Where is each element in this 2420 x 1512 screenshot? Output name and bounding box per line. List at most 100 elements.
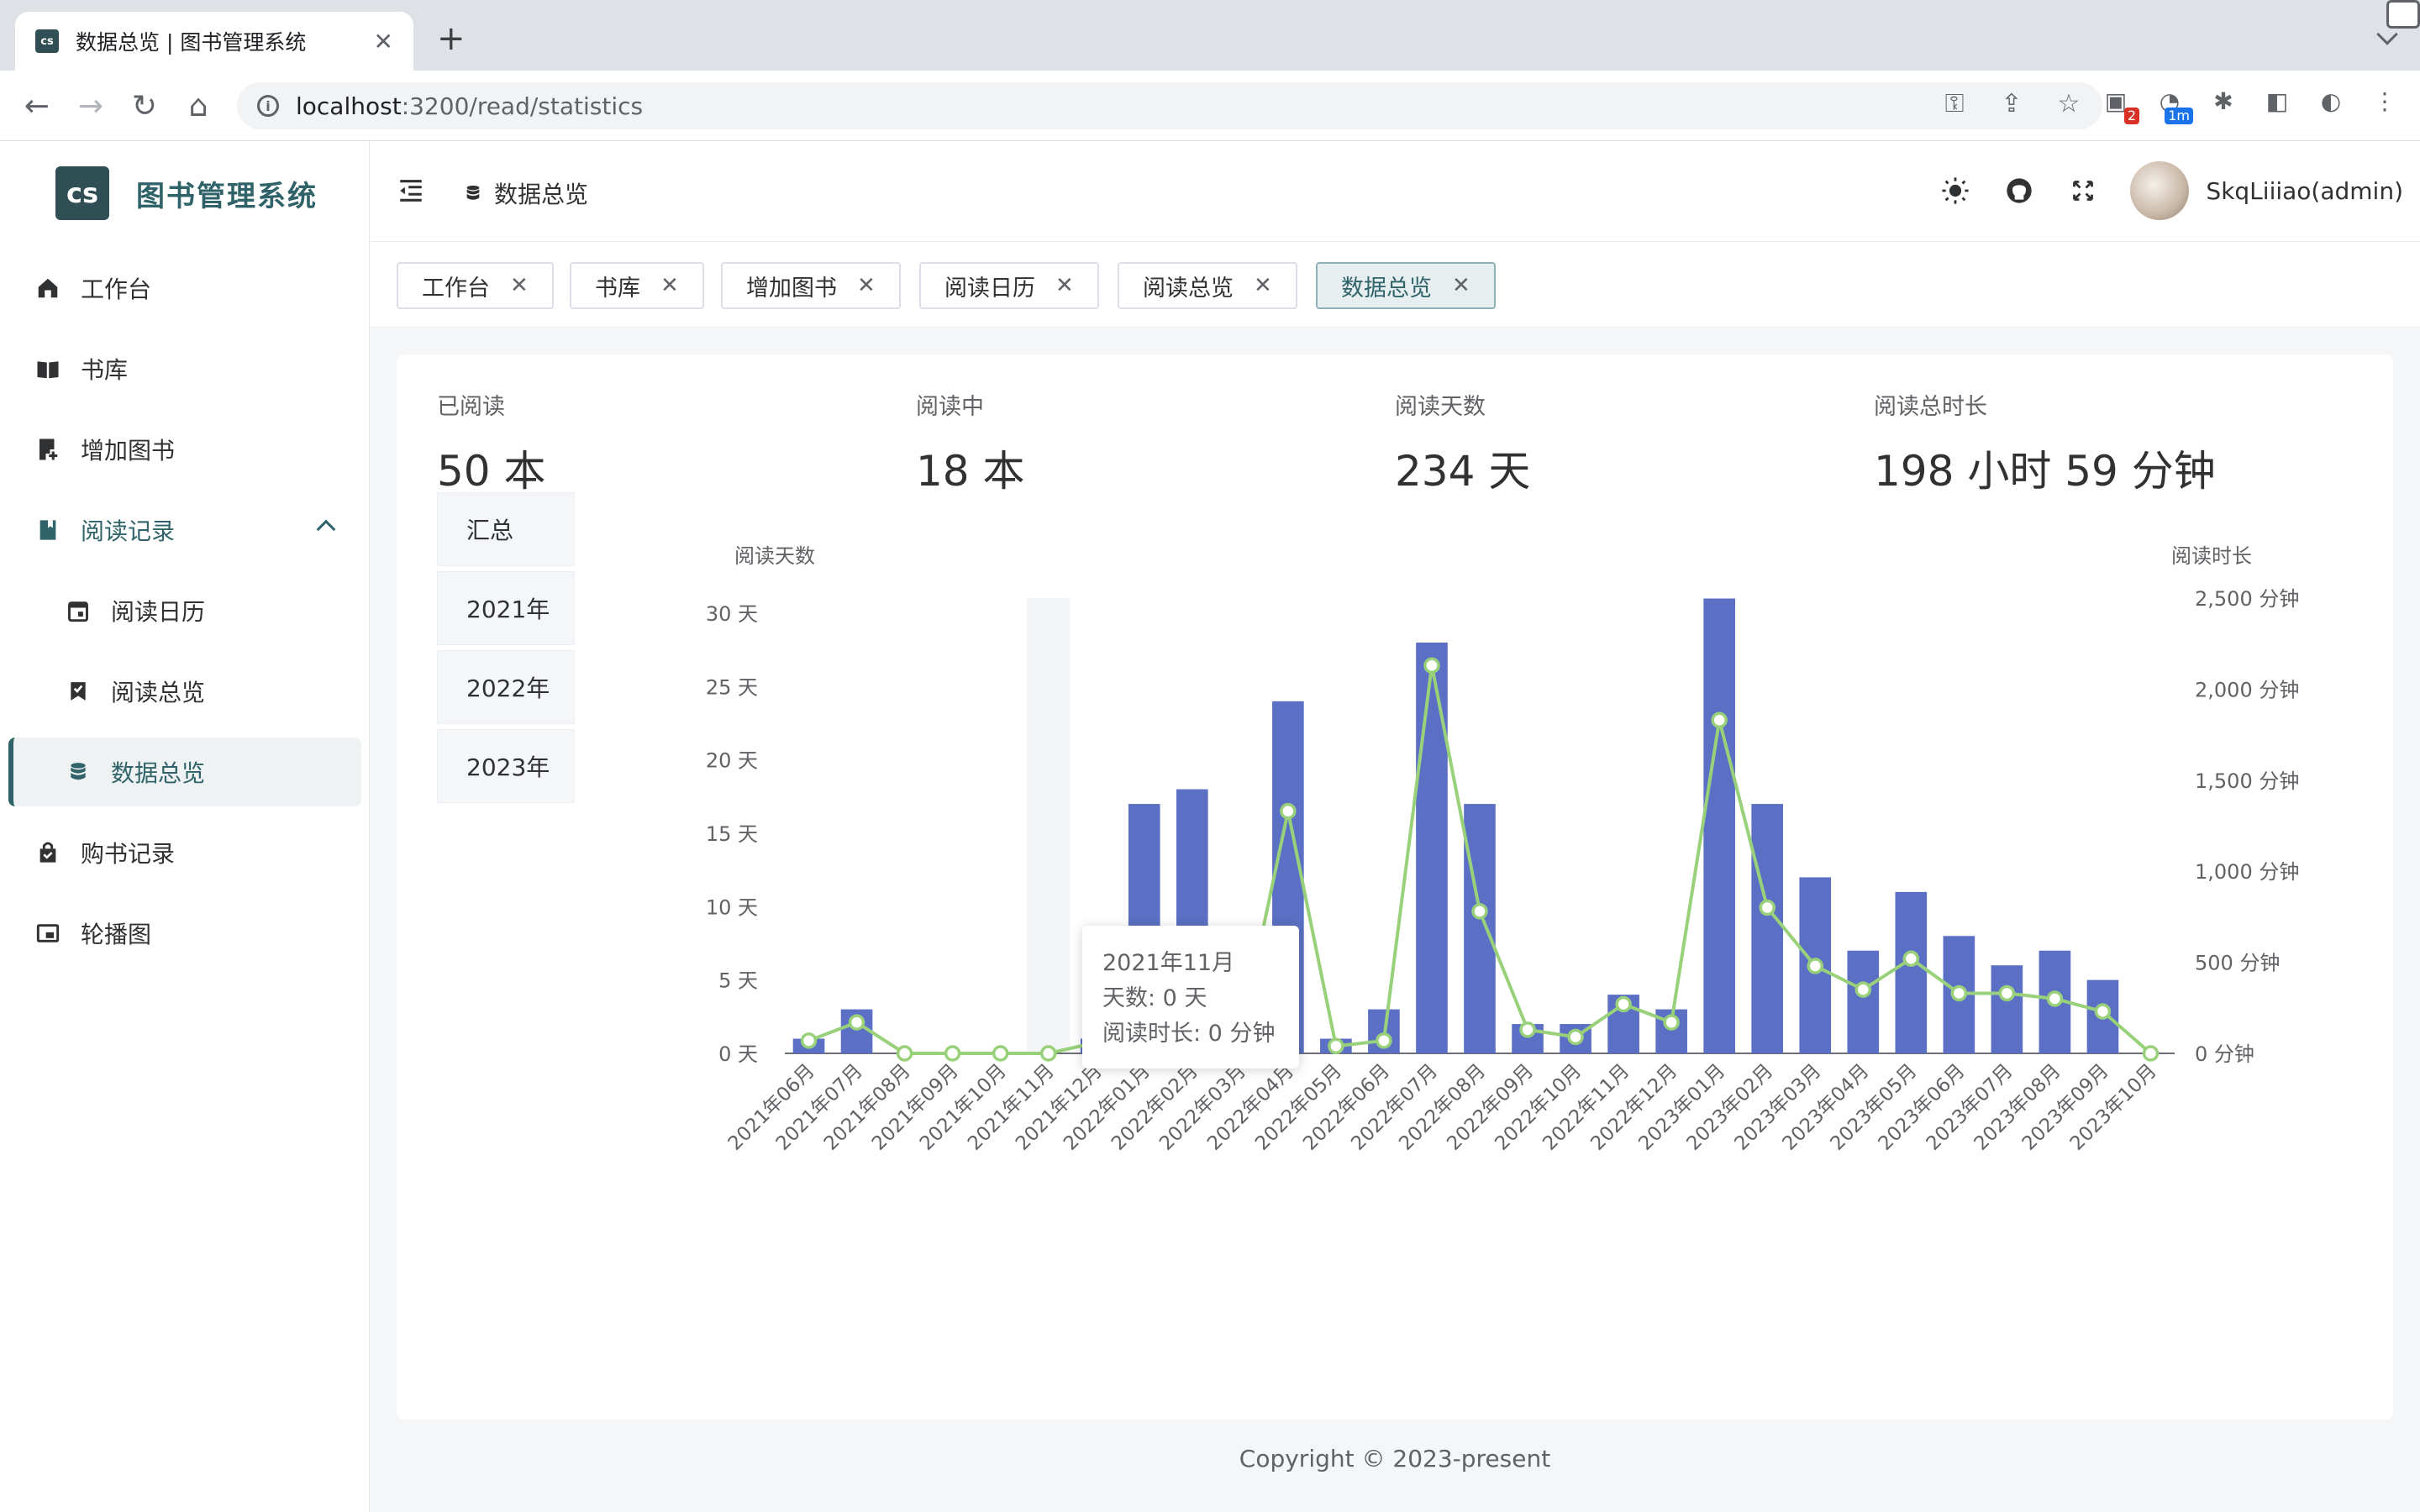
ext-badge: 2 [2123, 108, 2139, 124]
browser-tab-strip: cs 数据总览 | 图书管理系统 ✕ + [0, 0, 2420, 71]
sidebar-item-label: 工作台 [81, 276, 152, 303]
line-point [2094, 1003, 2112, 1020]
close-icon[interactable]: ✕ [1055, 273, 1074, 298]
y-tick-left: 10 天 [706, 895, 758, 919]
line-point [1039, 1045, 1057, 1062]
chart-bar [1991, 965, 2023, 1053]
y-tick-left: 5 天 [718, 969, 758, 993]
sidebar-item-label: 阅读日历 [111, 598, 206, 626]
breadcrumb-label: 数据总览 [494, 181, 589, 208]
sidebar-item-label: 阅读记录 [81, 517, 176, 545]
extension-icon[interactable]: ▣ 2 [2097, 82, 2139, 124]
avatar[interactable] [2130, 161, 2190, 220]
bookmark-star-icon[interactable]: ☆ [2052, 89, 2086, 118]
line-point [1328, 1037, 1344, 1055]
chevron-up-icon[interactable] [316, 519, 336, 539]
checklist-icon [64, 677, 92, 706]
y-axis-right-title: 阅读时长 [2171, 544, 2252, 568]
y-tick-right: 1,500 分钟 [2195, 769, 2299, 793]
tag-label: 阅读日历 [944, 275, 1035, 302]
tab-close-icon[interactable]: ✕ [374, 28, 393, 55]
chart-bar [1464, 804, 1496, 1053]
collapse-menu-icon[interactable] [397, 176, 425, 205]
browser-menu-icon[interactable]: ⋮ [2366, 82, 2403, 119]
tag-reading-calendar[interactable]: 阅读日历 ✕ [919, 262, 1099, 309]
line-point [1902, 950, 1920, 968]
close-icon[interactable]: ✕ [660, 273, 679, 298]
logo-icon: cs [55, 166, 109, 220]
line-point [1615, 995, 1632, 1013]
browser-tab[interactable]: cs 数据总览 | 图书管理系统 ✕ [15, 12, 413, 71]
line-point [800, 1032, 818, 1049]
reading-chart[interactable]: 阅读天数 阅读时长 0 天 5 天 10 天 15 天 20 天 25 天 30 天 0 分钟 50… [397, 354, 2393, 1420]
carousel-icon [34, 919, 62, 948]
profile-avatar-icon[interactable]: ◐ [2312, 82, 2349, 119]
tag-label: 数据总览 [1341, 275, 1432, 302]
line-point [2046, 990, 2064, 1007]
tag-workbench[interactable]: 工作台 ✕ [397, 262, 554, 309]
sidebar-item-reading-records[interactable]: 阅读记录 [0, 496, 370, 564]
back-icon[interactable]: ← [17, 86, 57, 126]
y-tick-left: 15 天 [706, 822, 758, 846]
line-point [896, 1045, 913, 1062]
line-point [1998, 984, 2016, 1002]
fullscreen-icon[interactable] [2066, 174, 2100, 207]
password-key-icon[interactable]: ⚿ [1938, 89, 1971, 118]
reload-icon[interactable]: ↻ [124, 86, 165, 126]
line-point [1519, 1021, 1536, 1038]
sidebar-item-workbench[interactable]: 工作台 [0, 254, 370, 323]
github-icon[interactable] [2002, 174, 2036, 207]
new-tab-button[interactable]: + [437, 22, 466, 55]
tag-reading-overview[interactable]: 阅读总览 ✕ [1118, 262, 1297, 309]
sidebar-item-library[interactable]: 书库 [0, 334, 370, 403]
close-icon[interactable]: ✕ [1254, 273, 1272, 298]
line-point [1567, 1028, 1584, 1046]
extension-icon[interactable]: ◔ 1m [2151, 82, 2193, 124]
sidebar-item-carousel[interactable]: 轮播图 [0, 899, 370, 968]
book-open-icon [34, 354, 62, 383]
url-host: localhost [296, 92, 402, 120]
y-tick-right: 1,000 分钟 [2195, 860, 2299, 884]
tag-label: 工作台 [422, 275, 490, 302]
y-tick-right: 2,000 分钟 [2195, 678, 2299, 701]
tooltip-days: 天数: 0 天 [1102, 985, 1207, 1011]
home-icon[interactable]: ⌂ [178, 86, 218, 126]
chart-bar [1895, 891, 1928, 1053]
line-point [1807, 958, 1823, 974]
side-panel-icon[interactable]: ◧ [2259, 82, 2296, 119]
tag-library[interactable]: 书库 ✕ [570, 262, 704, 309]
sidebar-item-reading-calendar[interactable]: 阅读日历 [0, 576, 370, 645]
tags-view: 工作台 ✕ 书库 ✕ 增加图书 ✕ 阅读日历 ✕ 阅读总览 ✕ 数据总览 ✕ [370, 242, 2420, 328]
keyboard-icon [2386, 0, 2420, 29]
site-info-icon[interactable]: i [257, 95, 279, 117]
footer-copyright: Copyright © 2023-present [1239, 1445, 1551, 1473]
sidebar-item-label: 轮播图 [81, 921, 152, 948]
chart-bar [1703, 598, 1735, 1053]
tag-add-book[interactable]: 增加图书 ✕ [721, 262, 901, 309]
app-name: 图书管理系统 [136, 179, 318, 213]
app-logo[interactable]: cs 图书管理系统 [55, 166, 318, 220]
share-icon[interactable]: ⇪ [1995, 89, 2028, 118]
close-icon[interactable]: ✕ [510, 273, 529, 298]
sidebar-item-purchase-records[interactable]: 购书记录 [0, 818, 370, 887]
sidebar-item-label: 阅读总览 [111, 679, 206, 706]
forward-icon[interactable]: → [71, 86, 111, 126]
line-point [1759, 899, 1776, 916]
address-bar[interactable]: i localhost :3200/read/statistics ⚿ ⇪ ☆ [237, 82, 2102, 129]
extensions-puzzle-icon[interactable]: ✱ [2205, 82, 2242, 119]
theme-sun-icon[interactable] [1939, 174, 1972, 207]
favicon-icon: cs [35, 29, 59, 53]
y-axis-left-title: 阅读天数 [734, 544, 815, 568]
close-icon[interactable]: ✕ [1452, 273, 1470, 298]
username[interactable]: SkqLiiiao(admin) [2206, 177, 2403, 205]
sidebar-item-data-overview[interactable]: 数据总览 [8, 738, 361, 806]
database-icon [64, 758, 92, 786]
sidebar-item-reading-overview[interactable]: 阅读总览 [0, 657, 370, 726]
sidebar-item-label: 书库 [81, 356, 129, 384]
browser-toolbar: ← → ↻ ⌂ i localhost :3200/read/statistic… [0, 71, 2420, 141]
shopping-bag-icon [34, 838, 62, 867]
home-icon [34, 274, 62, 302]
sidebar-item-add-book[interactable]: 增加图书 [0, 415, 370, 484]
tag-data-overview[interactable]: 数据总览 ✕ [1316, 262, 1496, 309]
close-icon[interactable]: ✕ [857, 273, 876, 298]
